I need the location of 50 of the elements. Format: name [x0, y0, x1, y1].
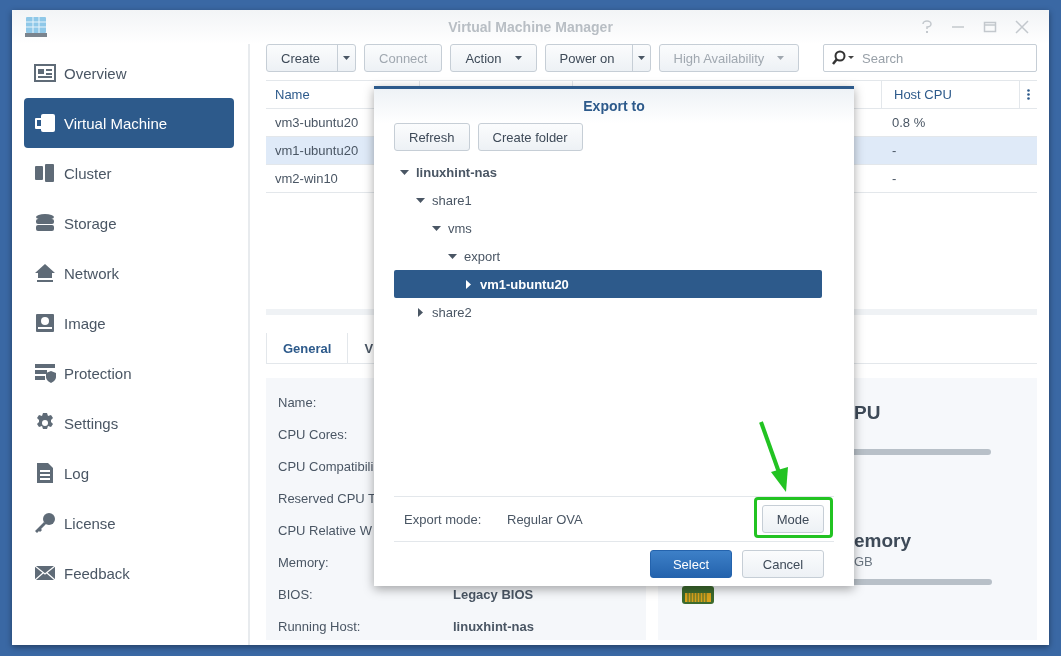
sidebar-item[interactable]: Storage [24, 198, 234, 248]
sidebar-item[interactable]: Protection [24, 348, 234, 398]
detail-label: BIOS: [278, 586, 314, 602]
dialog-button[interactable]: Create folder [477, 123, 583, 151]
dialog-button[interactable]: Refresh [394, 123, 470, 151]
resource-title: PU [854, 402, 882, 424]
table-cell-text: 0.8 % [891, 115, 927, 130]
detail-label: Name: [278, 394, 318, 410]
detail-label: CPU Compatibili [278, 458, 375, 474]
detail-label: Memory: [278, 554, 330, 570]
detail-value: Legacy BIOS [453, 586, 534, 602]
dialog-button[interactable]: Cancel [742, 550, 824, 578]
tree-item[interactable]: vm1-ubuntu20 [394, 270, 822, 298]
sidebar-item[interactable]: Feedback [24, 548, 234, 598]
table-cell: vm3-ubuntu20 [275, 115, 359, 130]
tree-item[interactable]: share1 [394, 186, 822, 214]
sidebar-item[interactable]: Cluster [24, 148, 234, 198]
resource-title: emory [854, 530, 912, 552]
sidebar-item[interactable]: Overview [24, 48, 234, 98]
export-mode-label: Export mode: [404, 511, 483, 527]
tab[interactable]: General [266, 333, 349, 363]
export-mode-value: Regular OVA [507, 511, 583, 527]
search-field[interactable]: Search [823, 44, 1037, 72]
table-cell: vm1-ubuntu20 [275, 143, 359, 158]
detail-label: CPU Relative W [278, 522, 373, 538]
table-cell: vm2-win10 [275, 171, 338, 186]
tree-item[interactable]: export [394, 242, 822, 270]
sidebar-item[interactable]: Network [24, 248, 234, 298]
mode-button[interactable]: Mode [762, 505, 824, 533]
toolbar-button[interactable]: Create [266, 44, 357, 72]
detail-label: CPU Cores: [278, 426, 349, 442]
table-cell-text: - [891, 143, 898, 158]
sidebar-item[interactable]: License [24, 498, 234, 548]
dialog-title: Export to [374, 89, 854, 123]
window-title: Virtual Machine Manager [447, 19, 614, 35]
sidebar-item[interactable]: Image [24, 298, 234, 348]
sidebar-item[interactable]: Virtual Machine [24, 98, 234, 148]
tree-item[interactable]: linuxhint-nas [394, 158, 822, 186]
toolbar-button[interactable]: Action [450, 44, 537, 72]
dialog-button[interactable]: Select [650, 550, 732, 578]
tree-item[interactable]: vms [394, 214, 822, 242]
table-cell-text: - [891, 171, 898, 186]
detail-label: Running Host: [278, 618, 362, 634]
column-header[interactable]: Host CPU [882, 81, 1020, 108]
tree-item[interactable]: share2 [394, 298, 822, 326]
toolbar-button[interactable]: Power on [544, 44, 651, 72]
resource-detail: GB [854, 554, 874, 569]
detail-value: linuxhint-nas [453, 618, 534, 634]
sidebar-item[interactable]: Settings [24, 398, 234, 448]
sidebar-item[interactable]: Log [24, 448, 234, 498]
